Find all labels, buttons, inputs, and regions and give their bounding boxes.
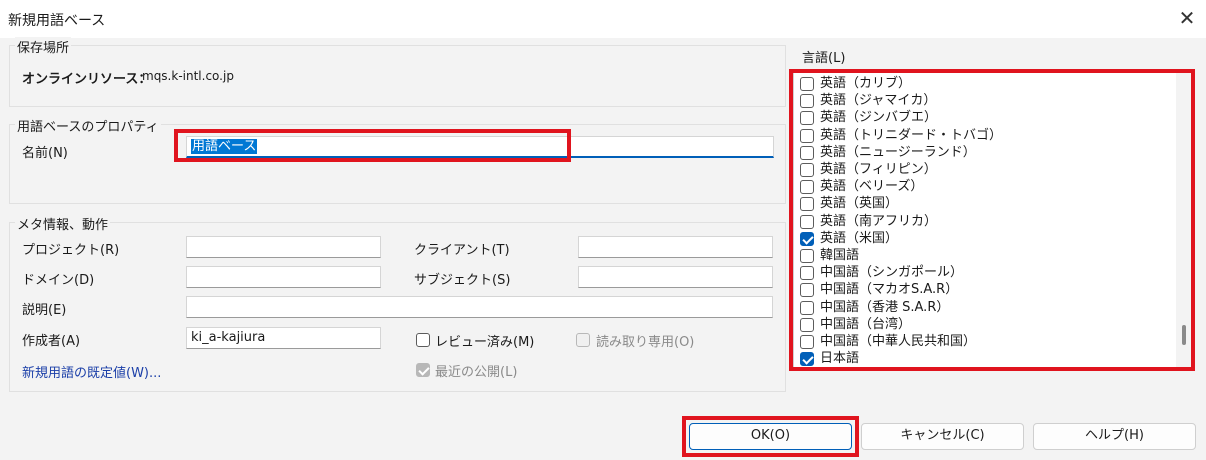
description-label: 説明(E) (22, 303, 67, 318)
online-resource-label: オンラインリソース： (22, 72, 152, 87)
client-label: クライアント(T) (414, 243, 510, 258)
recent-publish-checkbox[interactable] (416, 363, 430, 377)
description-field[interactable] (186, 296, 773, 318)
name-highlight-box (174, 129, 571, 162)
recent-publish-label: 最近の公開(L) (435, 365, 518, 380)
close-icon[interactable]: ✕ (1176, 4, 1198, 32)
author-label: 作成者(A) (22, 334, 81, 349)
client-field[interactable] (578, 236, 773, 258)
project-field[interactable] (186, 236, 381, 258)
languages-highlight-box (789, 69, 1195, 371)
meta-group-label: メタ情報、動作 (15, 214, 111, 233)
domain-field[interactable] (186, 266, 381, 288)
subject-label: サブジェクト(S) (414, 273, 511, 288)
project-label: プロジェクト(R) (22, 243, 120, 258)
subject-field[interactable] (578, 266, 773, 288)
readonly-label: 読み取り専用(O) (596, 335, 695, 350)
author-field[interactable]: ki_a-kajiura (186, 327, 381, 349)
reviewed-checkbox[interactable] (416, 333, 430, 347)
new-term-defaults-link[interactable]: 新規用語の既定値(W)... (22, 362, 161, 381)
server-address: mqs.k-intl.co.jp (142, 69, 234, 83)
help-button[interactable]: ヘルプ(H) (1033, 423, 1196, 450)
storage-group-label: 保存場所 (15, 37, 72, 56)
properties-group-label: 用語ベースのプロパティ (15, 116, 161, 135)
languages-label: 言語(L) (802, 51, 846, 66)
name-label: 名前(N) (22, 146, 68, 161)
domain-label: ドメイン(D) (22, 273, 95, 288)
dialog-title: 新規用語ベース (8, 13, 106, 29)
title-bar (0, 0, 1206, 38)
reviewed-label: レビュー済み(M) (435, 335, 535, 350)
cancel-button[interactable]: キャンセル(C) (861, 423, 1024, 450)
readonly-checkbox[interactable] (576, 333, 590, 347)
ok-highlight-box (682, 416, 859, 457)
